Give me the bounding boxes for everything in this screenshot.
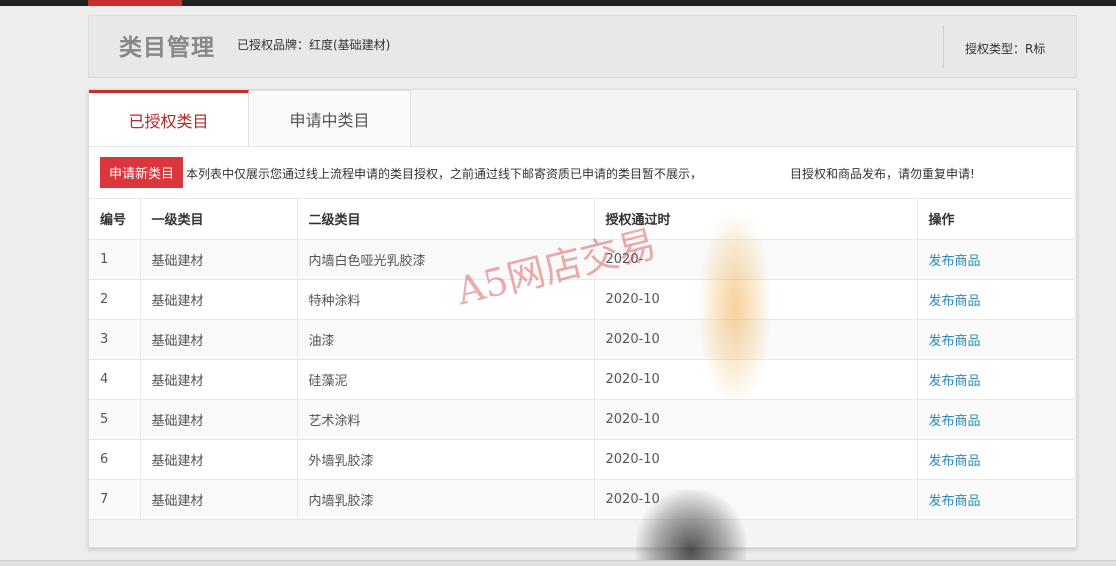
row-level2: 内墙白色哑光乳胶漆 <box>297 239 595 280</box>
row-action: 发布商品 <box>917 439 1074 480</box>
row-action: 发布商品 <box>917 479 1074 520</box>
row-level1: 基础建材 <box>140 399 298 440</box>
row-auth-date: 2020-10 <box>594 359 918 400</box>
row-action: 发布商品 <box>917 319 1074 360</box>
row-auth-date: 2020-10 <box>594 479 918 520</box>
header-divider <box>943 25 944 68</box>
row-id: 7 <box>89 479 141 520</box>
table-row: 3 基础建材 油漆 2020-10 发布商品 <box>89 319 1074 360</box>
column-header-auth-date: 授权通过时 <box>594 199 918 240</box>
publish-product-link[interactable]: 发布商品 <box>929 494 981 509</box>
row-id: 2 <box>89 279 141 320</box>
tab-authorized-categories[interactable]: 已授权类目 <box>89 90 249 146</box>
column-header-action: 操作 <box>917 199 1074 240</box>
row-level1: 基础建材 <box>140 239 298 280</box>
table-row: 7 基础建材 内墙乳胶漆 2020-10 发布商品 <box>89 479 1074 520</box>
authorized-category-table: 编号 一级类目 二级类目 授权通过时 操作 1 基础建材 内墙白色哑光乳胶漆 2… <box>89 199 1074 520</box>
notice-text-main: 本列表中仅展示您通过线上流程申请的类目授权，之前通过线下邮寄资质已申请的类目暂不… <box>186 167 703 181</box>
tab-pending-categories[interactable]: 申请中类目 <box>249 90 411 146</box>
publish-product-link[interactable]: 发布商品 <box>929 414 981 429</box>
page-header: 类目管理 已授权品牌：红度(基础建材) 授权类型：R标 <box>88 15 1077 78</box>
row-level1: 基础建材 <box>140 319 298 360</box>
category-card: 已授权类目 申请中类目 申请新类目 本列表中仅展示您通过线上流程申请的类目授权，… <box>88 89 1077 548</box>
authorization-type: 授权类型：R标 <box>965 42 1046 56</box>
row-auth-date: 2020-10 <box>594 279 918 320</box>
notice-row: 申请新类目 本列表中仅展示您通过线上流程申请的类目授权，之前通过线下邮寄资质已申… <box>89 147 1074 199</box>
row-action: 发布商品 <box>917 279 1074 320</box>
publish-product-link[interactable]: 发布商品 <box>929 294 981 309</box>
publish-product-link[interactable]: 发布商品 <box>929 334 981 349</box>
row-id: 3 <box>89 319 141 360</box>
row-id: 4 <box>89 359 141 400</box>
publish-product-link[interactable]: 发布商品 <box>929 374 981 389</box>
top-strip <box>0 0 1116 6</box>
table-row: 5 基础建材 艺术涂料 2020-10 发布商品 <box>89 399 1074 440</box>
table-row: 1 基础建材 内墙白色哑光乳胶漆 2020- 发布商品 <box>89 239 1074 280</box>
row-level2: 内墙乳胶漆 <box>297 479 595 520</box>
row-level1: 基础建材 <box>140 439 298 480</box>
top-accent <box>88 0 182 6</box>
row-id: 1 <box>89 239 141 280</box>
row-level2: 外墙乳胶漆 <box>297 439 595 480</box>
tab-content: 申请新类目 本列表中仅展示您通过线上流程申请的类目授权，之前通过线下邮寄资质已申… <box>89 146 1074 520</box>
tab-bar: 已授权类目 申请中类目 <box>89 90 1078 146</box>
row-id: 5 <box>89 399 141 440</box>
authorized-brand: 已授权品牌：红度(基础建材) <box>237 38 391 52</box>
table-row: 6 基础建材 外墙乳胶漆 2020-10 发布商品 <box>89 439 1074 480</box>
notice-text-end: 目授权和商品发布，请勿重复申请! <box>790 167 975 181</box>
row-action: 发布商品 <box>917 359 1074 400</box>
column-header-id: 编号 <box>89 199 141 240</box>
page-title: 类目管理 <box>119 35 215 61</box>
row-level1: 基础建材 <box>140 479 298 520</box>
footer-strip <box>0 560 1116 566</box>
row-auth-date: 2020-10 <box>594 399 918 440</box>
row-level2: 硅藻泥 <box>297 359 595 400</box>
publish-product-link[interactable]: 发布商品 <box>929 454 981 469</box>
row-level2: 特种涂料 <box>297 279 595 320</box>
row-level2: 艺术涂料 <box>297 399 595 440</box>
table-header-row: 编号 一级类目 二级类目 授权通过时 操作 <box>89 199 1074 240</box>
row-auth-date: 2020-10 <box>594 439 918 480</box>
row-auth-date: 2020- <box>594 239 918 280</box>
row-auth-date: 2020-10 <box>594 319 918 360</box>
row-action: 发布商品 <box>917 399 1074 440</box>
row-level1: 基础建材 <box>140 279 298 320</box>
table-row: 4 基础建材 硅藻泥 2020-10 发布商品 <box>89 359 1074 400</box>
publish-product-link[interactable]: 发布商品 <box>929 254 981 269</box>
notice-text: 本列表中仅展示您通过线上流程申请的类目授权，之前通过线下邮寄资质已申请的类目暂不… <box>186 165 975 182</box>
apply-new-category-button[interactable]: 申请新类目 <box>100 157 183 188</box>
row-id: 6 <box>89 439 141 480</box>
table-row: 2 基础建材 特种涂料 2020-10 发布商品 <box>89 279 1074 320</box>
row-level2: 油漆 <box>297 319 595 360</box>
row-action: 发布商品 <box>917 239 1074 280</box>
row-level1: 基础建材 <box>140 359 298 400</box>
column-header-level1: 一级类目 <box>140 199 298 240</box>
column-header-level2: 二级类目 <box>297 199 595 240</box>
